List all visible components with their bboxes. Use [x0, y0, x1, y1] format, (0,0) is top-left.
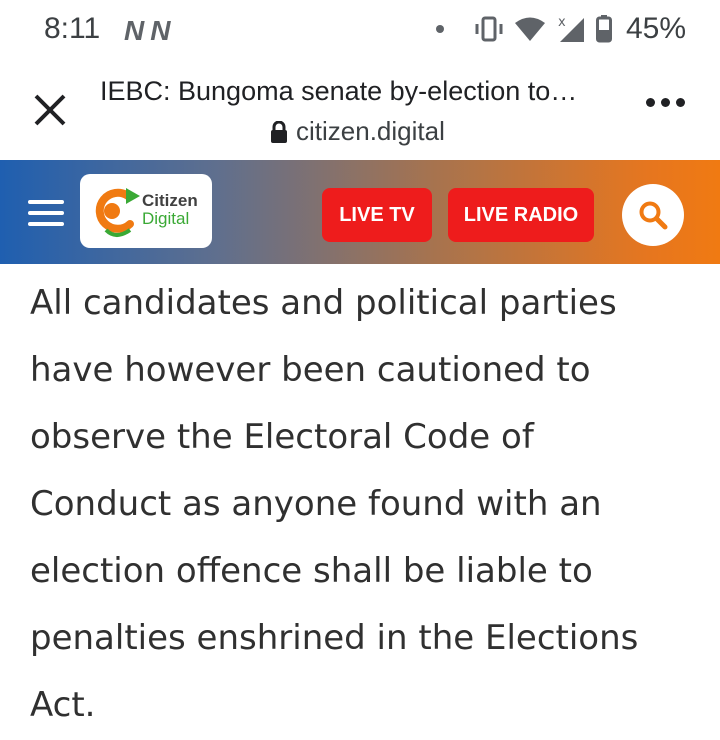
- lock-icon: [271, 120, 287, 143]
- battery-percentage: 45%: [625, 12, 686, 45]
- more-dot-icon: [676, 98, 685, 107]
- logo-text-citizen: Citizen: [142, 191, 198, 210]
- close-icon: [34, 94, 66, 126]
- custom-tab-toolbar: IEBC: Bungoma senate by-election to… cit…: [0, 62, 720, 160]
- status-right: x 45%: [435, 12, 686, 46]
- site-header: Citizen Digital LIVE TV LIVE RADIO: [0, 160, 720, 264]
- status-bar: 8:11 N N x 45%: [0, 0, 720, 62]
- more-dot-icon: [646, 98, 655, 107]
- status-time: 8:11: [44, 12, 101, 45]
- url-text: citizen.digital: [296, 116, 445, 146]
- close-button[interactable]: [28, 88, 72, 132]
- logo-mark-icon: [95, 188, 140, 237]
- cellular-signal-icon: x: [558, 15, 584, 42]
- news-notification-icon: N: [150, 15, 170, 46]
- news-notification-icon: N: [124, 15, 144, 46]
- wifi-icon: [514, 17, 545, 41]
- menu-line-icon: [28, 211, 64, 215]
- vibrate-icon: [475, 16, 503, 42]
- hamburger-menu-button[interactable]: [28, 200, 64, 226]
- more-options-button[interactable]: [646, 98, 685, 107]
- article-paragraph: All candidates and political parties hav…: [30, 283, 639, 725]
- notification-dot-icon: [435, 25, 444, 33]
- more-dot-icon: [661, 98, 670, 107]
- svg-text:x: x: [558, 15, 566, 30]
- url-display[interactable]: citizen.digital: [270, 116, 445, 147]
- page-title: IEBC: Bungoma senate by-election to…: [100, 76, 578, 106]
- search-icon: [639, 201, 668, 230]
- battery-icon: [595, 15, 612, 43]
- logo-text-digital: Digital: [142, 209, 190, 228]
- menu-line-icon: [28, 200, 64, 204]
- logo-text: Citizen Digital: [142, 192, 198, 228]
- search-button[interactable]: [622, 184, 684, 246]
- citizen-digital-logo[interactable]: Citizen Digital: [80, 174, 212, 248]
- menu-line-icon: [28, 222, 64, 226]
- notification-icons: N N: [124, 15, 170, 46]
- live-tv-button[interactable]: LIVE TV: [322, 188, 432, 242]
- live-radio-button[interactable]: LIVE RADIO: [448, 188, 594, 242]
